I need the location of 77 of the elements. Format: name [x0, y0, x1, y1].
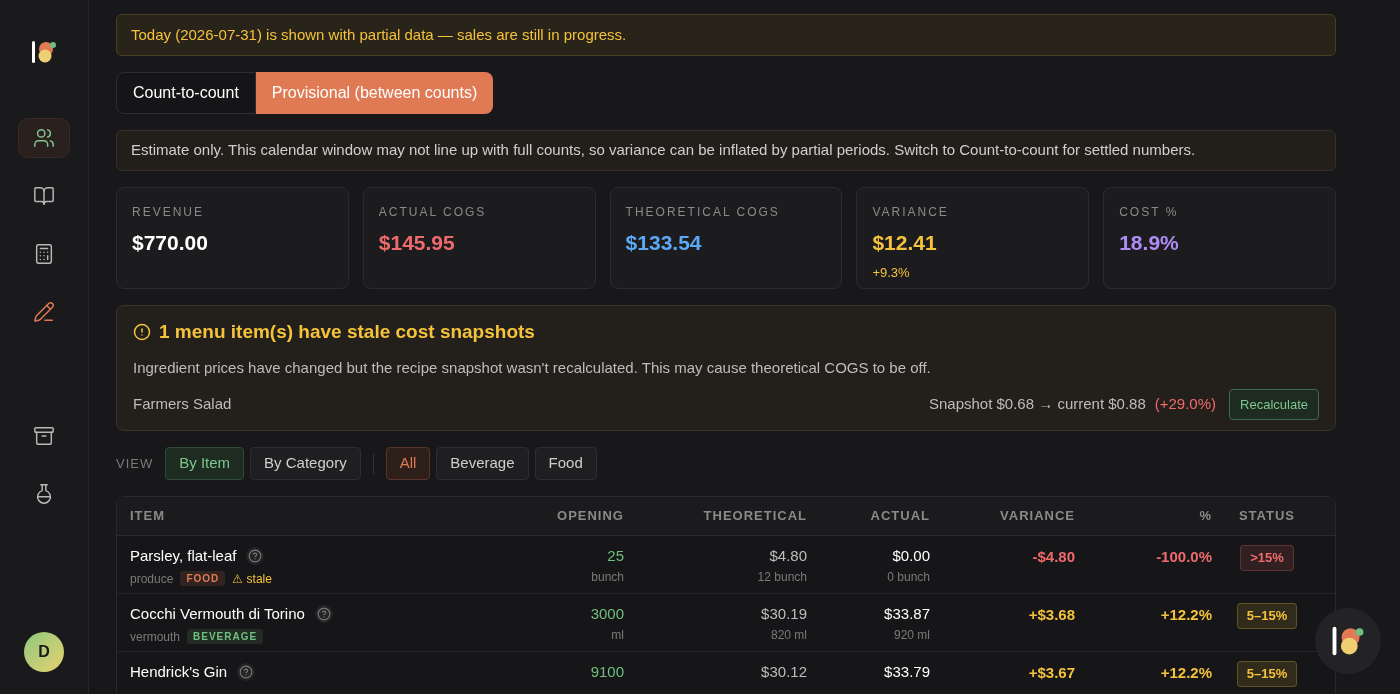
snapshot-change: Snapshot $0.68 → current $0.88 — [928, 394, 1146, 415]
category-filter[interactable]: Food — [534, 447, 597, 480]
stat-value: $12.41 — [872, 230, 938, 256]
opening-unit: ml — [610, 626, 624, 644]
actual-quantity: 920 ml — [892, 626, 930, 644]
nav-item[interactable] — [18, 118, 70, 158]
item-subcategory: vermouth — [130, 628, 181, 646]
stat-value: $133.54 — [625, 230, 703, 256]
theoretical-cost: $4.80 — [768, 546, 807, 566]
alert-description: Ingredient prices have changed but the recipe snapshot wasn't recalculated. This may cause theoretical COGS to be off. — [133, 357, 932, 378]
column-header: % — [1198, 507, 1212, 526]
stat-label: VARIANCE — [872, 204, 950, 221]
status-badge: 5–15% — [1236, 603, 1298, 629]
view-mode-button[interactable]: By Category — [250, 447, 361, 480]
book-icon — [33, 185, 55, 207]
stat-value: $145.95 — [378, 230, 456, 256]
recalculate-button[interactable]: Recalculate — [1229, 389, 1319, 420]
column-header: OPENING — [556, 507, 624, 526]
item-name: Parsley, flat-leaf — [130, 546, 237, 566]
variance-amount: -$4.80 — [1032, 548, 1075, 565]
item-subcategory: produce — [130, 570, 174, 588]
variance-percent: -100.0% — [1156, 548, 1212, 565]
variance-percent: +12.2% — [1160, 664, 1212, 681]
pencil-icon — [33, 301, 55, 323]
app-logo — [30, 38, 58, 66]
variance-percent: +12.2% — [1160, 606, 1212, 623]
archive-icon — [33, 425, 55, 447]
opening-quantity: 3000 — [589, 604, 624, 624]
opening-quantity: 9100 — [589, 662, 624, 682]
stat-label: REVENUE — [132, 204, 205, 221]
category-filter[interactable]: Beverage — [436, 447, 529, 480]
alert-icon — [133, 323, 151, 342]
status-badge: >15% — [1240, 545, 1294, 571]
theoretical-cost: $30.12 — [760, 662, 807, 682]
category-tag: FOOD — [180, 571, 226, 586]
stale-label: ⚠ stale — [232, 570, 272, 588]
menu-item-name: Farmers Salad — [133, 394, 233, 415]
stat-change: +9.3% — [872, 263, 911, 282]
estimate-note: Estimate only. This calendar window may not line up with full counts, so variance can be inflated by partial periods. Switch to Count-to-count for settled numbers. — [116, 130, 1336, 171]
category-tag: BEVERAGE — [187, 629, 264, 644]
actual-cost: $0.00 — [891, 546, 930, 566]
help-icon[interactable] — [314, 605, 333, 624]
partial-data-notice: Today (2026-07-31) is shown with partial data — sales are still in progress. — [116, 14, 1336, 56]
theoretical-quantity: 820 ml — [769, 626, 807, 644]
stat-label: ACTUAL COGS — [378, 204, 488, 221]
column-header: THEORETICAL — [702, 507, 807, 526]
stat-label: THEORETICAL COGS — [625, 204, 781, 221]
actual-quantity: 0 bunch — [886, 568, 930, 586]
theoretical-cost: $30.19 — [760, 604, 807, 624]
price-delta: (+29.0%) — [1154, 394, 1217, 415]
stat-label: COST % — [1119, 204, 1180, 221]
variance-amount: +$3.67 — [1028, 664, 1075, 681]
opening-unit: bunch — [590, 568, 624, 586]
calculator-icon — [33, 243, 55, 265]
users-icon — [33, 127, 55, 149]
avatar[interactable]: D — [24, 632, 64, 672]
column-header: ITEM — [130, 507, 167, 526]
alert-title: 1 menu item(s) have stale cost snapshots — [159, 320, 535, 344]
theoretical-quantity: 12 bunch — [756, 568, 807, 586]
view-mode-button[interactable]: By Item — [165, 447, 245, 480]
variance-amount: +$3.68 — [1028, 606, 1075, 623]
stat-value: 18.9% — [1119, 230, 1180, 256]
column-header: ACTUAL — [869, 507, 930, 526]
status-badge: 5–15% — [1236, 661, 1298, 687]
help-icon[interactable] — [237, 663, 256, 682]
item-name: Hendrick's Gin — [130, 662, 228, 682]
actual-cost: $33.87 — [883, 604, 930, 624]
stat-value: $770.00 — [132, 230, 209, 256]
column-header: STATUS — [1237, 507, 1297, 526]
view-label: VIEW — [116, 454, 154, 473]
item-name: Cocchi Vermouth di Torino — [130, 604, 305, 624]
column-header: VARIANCE — [999, 507, 1075, 526]
actual-cost: $33.79 — [883, 662, 930, 682]
help-icon[interactable] — [246, 547, 265, 566]
opening-quantity: 25 — [606, 546, 624, 566]
category-filter[interactable]: All — [385, 447, 431, 480]
mode-tab[interactable]: Count-to-count — [116, 72, 256, 114]
